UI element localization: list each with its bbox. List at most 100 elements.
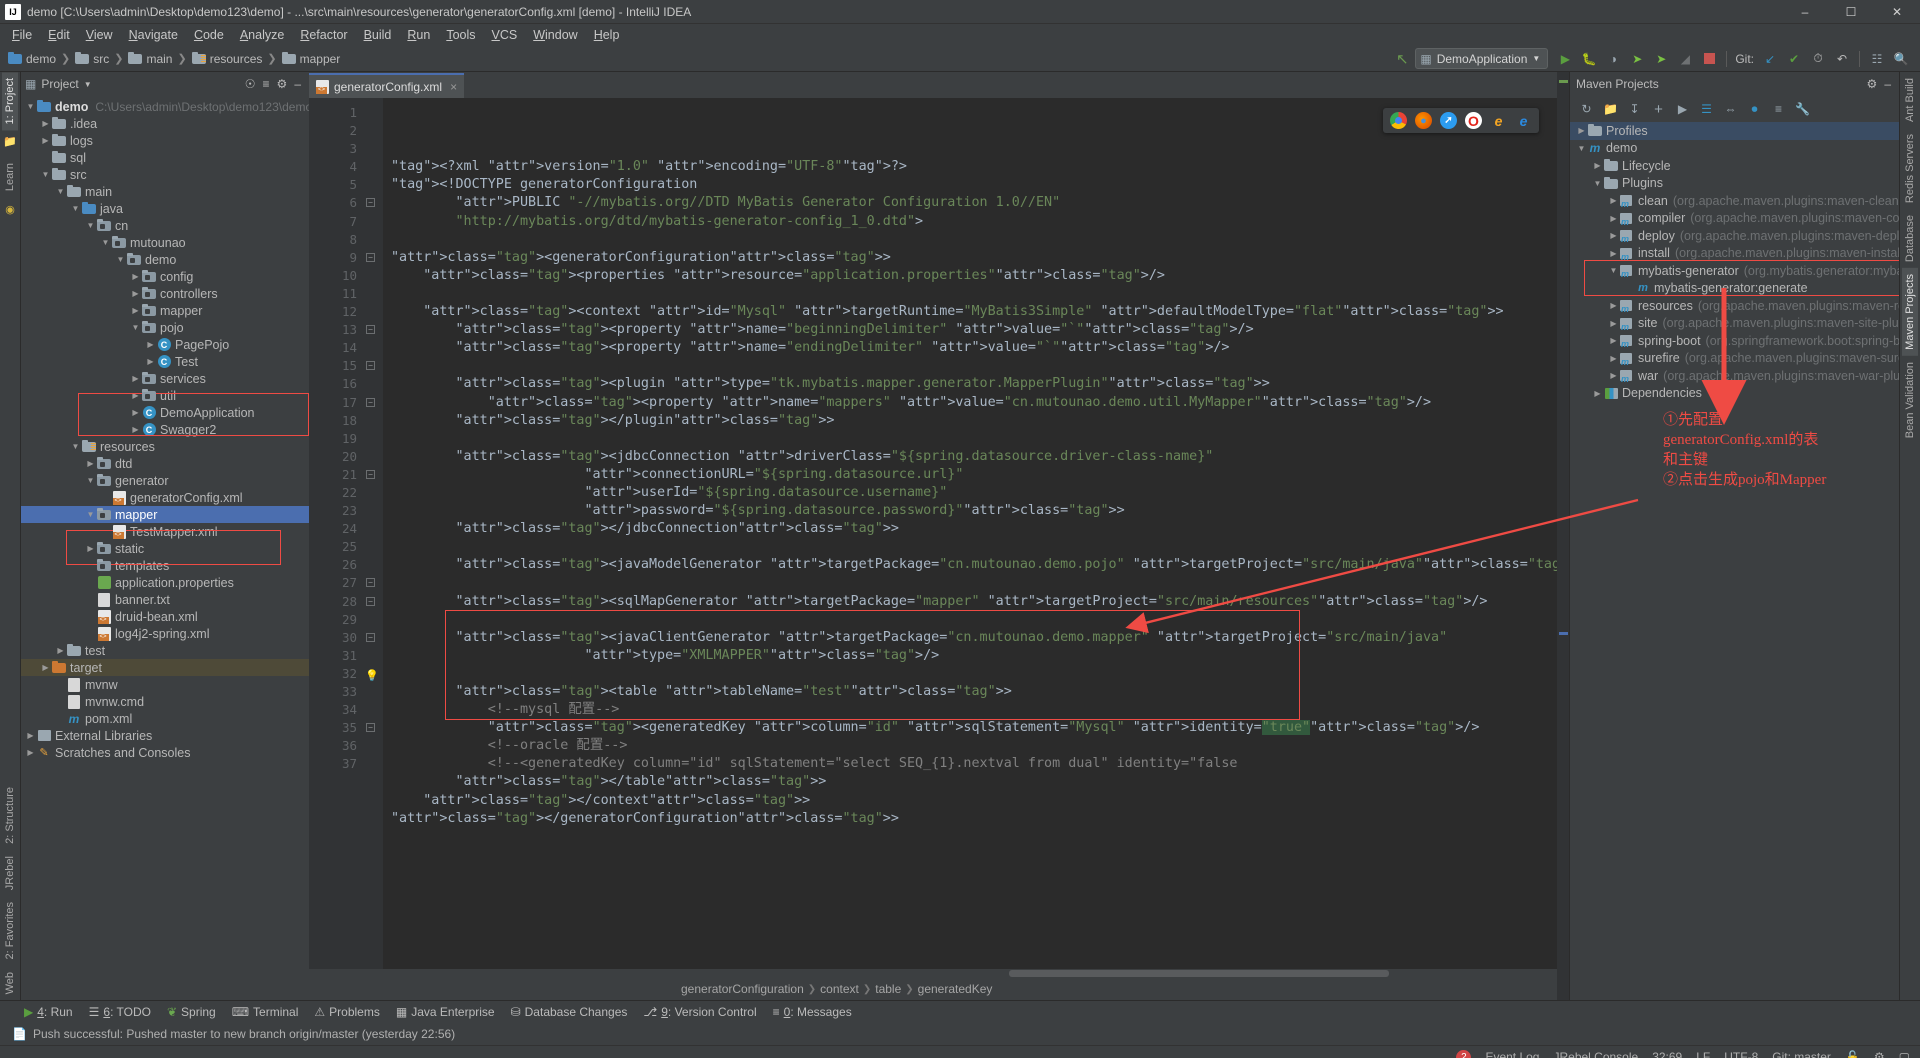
code-line[interactable]: "attr">class="tag"><javaModelGenerator "… <box>383 556 1558 574</box>
expand-arrow-icon[interactable]: ▶ <box>40 136 51 145</box>
run-with-coverage-button[interactable]: ◑ <box>1602 48 1624 69</box>
expand-arrow-icon[interactable]: ▶ <box>145 340 156 349</box>
event-log-button[interactable]: Event Log <box>1485 1050 1539 1058</box>
fold-toggle-icon[interactable]: − <box>366 632 375 642</box>
tool-window-run[interactable]: ▶ 4: Run <box>24 1005 73 1019</box>
code-line[interactable]: "attr">class="tag"></table"attr">class="… <box>383 773 1557 791</box>
code-line[interactable]: "attr">PUBLIC "-//mybatis.org//DTD MyBat… <box>383 194 1557 212</box>
tree-item-pojo[interactable]: ▼ pojo <box>21 319 309 336</box>
skip-tests-icon[interactable]: ⏺ <box>1744 99 1765 119</box>
maven-tree-item-deploy[interactable]: ▶ deploy (org.apache.maven.plugins:maven-d… <box>1570 227 1899 245</box>
search-icon[interactable]: 🔍 <box>1890 48 1912 69</box>
tree-item-mapper[interactable]: ▶ mapper <box>21 302 309 319</box>
line-number[interactable]: 8 <box>309 231 383 249</box>
jrebel-stripe-icon[interactable]: ◉ <box>5 203 15 216</box>
editor-horizontal-scrollbar[interactable] <box>309 969 1557 978</box>
maven-tree-item-demo[interactable]: ▼ m demo <box>1570 140 1899 158</box>
execute-goal-icon[interactable]: ☰ <box>1696 99 1717 119</box>
breadcrumb-item-resources[interactable]: resources <box>190 52 265 66</box>
line-number[interactable]: 22 <box>309 484 383 502</box>
code-line[interactable]: "attr">class="tag"><generatedKey "attr">… <box>383 719 1557 737</box>
code-line[interactable]: "attr">class="tag"><property "attr">name… <box>383 339 1557 357</box>
warning-marker[interactable] <box>1559 80 1568 83</box>
jrebel-debug-button[interactable]: ➤ <box>1650 48 1672 69</box>
code-line[interactable]: "http://mybatis.org/dtd/mybatis-generato… <box>383 213 1557 231</box>
fold-toggle-icon[interactable]: − <box>366 723 375 733</box>
safari-icon[interactable]: ➚ <box>1440 112 1457 129</box>
error-stripe[interactable] <box>1557 72 1569 1000</box>
line-number[interactable]: 11 <box>309 285 383 303</box>
line-number[interactable]: 20 <box>309 448 383 466</box>
tree-item-external-libraries[interactable]: ▶ External Libraries <box>21 727 309 744</box>
line-number[interactable]: 2 <box>309 122 383 140</box>
maven-tree-item-plugins[interactable]: ▼ Plugins <box>1570 175 1899 193</box>
background-tasks-icon[interactable]: ▢ <box>1899 1050 1910 1058</box>
tree-item-demoapplication[interactable]: ▶ C DemoApplication <box>21 404 309 421</box>
expand-arrow-icon[interactable]: ▶ <box>130 374 141 383</box>
sidebar-item-redis-servers[interactable]: Redis Servers <box>1902 128 1918 209</box>
maven-tree-item-resources[interactable]: ▶ resources (org.apache.maven.plugins:mave… <box>1570 297 1899 315</box>
vcs-history-icon[interactable]: ⏱ <box>1807 48 1829 69</box>
fold-toggle-icon[interactable]: − <box>366 252 375 262</box>
line-number[interactable]: 25 <box>309 538 383 556</box>
expand-arrow-icon[interactable]: ▶ <box>1608 301 1619 310</box>
tree-item-config[interactable]: ▶ config <box>21 268 309 285</box>
collapse-arrow-icon[interactable]: ▼ <box>1608 266 1619 275</box>
expand-arrow-icon[interactable]: ▶ <box>1592 161 1603 170</box>
expand-arrow-icon[interactable]: ▶ <box>1608 231 1619 240</box>
code-line[interactable]: "attr">class="tag"><generatorConfigurati… <box>383 249 1557 267</box>
tree-item-generatorconfig-xml[interactable]: generatorConfig.xml <box>21 489 309 506</box>
expand-arrow-icon[interactable]: ▶ <box>145 357 156 366</box>
expand-arrow-icon[interactable]: ▶ <box>130 306 141 315</box>
expand-arrow-icon[interactable]: ▶ <box>25 731 36 740</box>
expand-arrow-icon[interactable]: ▶ <box>130 289 141 298</box>
code-line[interactable]: "attr">class="tag"><properties "attr">re… <box>383 267 1557 285</box>
expand-arrow-icon[interactable]: ▶ <box>40 119 51 128</box>
tree-item-testmapper-xml[interactable]: TestMapper.xml <box>21 523 309 540</box>
sidebar-item-database[interactable]: Database <box>1902 209 1918 268</box>
editor-breadcrumb-context[interactable]: context <box>820 982 859 996</box>
line-number[interactable]: 15− <box>309 357 383 375</box>
expand-arrow-icon[interactable]: ▶ <box>1608 249 1619 258</box>
code-line[interactable]: "attr">class="tag"><property "attr">name… <box>383 321 1557 339</box>
vcs-update-icon[interactable]: ↙ <box>1759 48 1781 69</box>
collapse-arrow-icon[interactable]: ▼ <box>85 510 96 519</box>
maven-settings-icon[interactable]: 🔧 <box>1792 99 1813 119</box>
maven-tree-item-dependencies[interactable]: ▶ Dependencies <box>1570 385 1899 403</box>
scrollbar-thumb[interactable] <box>1009 970 1389 977</box>
code-line[interactable] <box>383 357 1557 375</box>
maven-tree-item-site[interactable]: ▶ site (org.apache.maven.plugins:maven-sit… <box>1570 315 1899 333</box>
internet-explorer-icon[interactable]: e <box>1490 112 1507 129</box>
maven-tree-item-mybatis-generator[interactable]: ▼ mybatis-generator (org.mybatis.generator… <box>1570 262 1899 280</box>
line-number[interactable]: 18 <box>309 412 383 430</box>
menu-item-run[interactable]: Run <box>399 26 438 44</box>
breadcrumb-item-src[interactable]: src <box>73 52 111 66</box>
menu-item-window[interactable]: Window <box>525 26 585 44</box>
jrebel-console-button[interactable]: JRebel Console <box>1553 1050 1638 1058</box>
tree-item-cn[interactable]: ▼ cn <box>21 217 309 234</box>
line-number[interactable]: 17− <box>309 394 383 412</box>
line-number-gutter[interactable]: 1 2 3 4 5 6−7 8 9−10 11 12 13−14 15−16 17−18 19 20 21−2… <box>309 98 383 969</box>
tree-item-sql[interactable]: sql <box>21 149 309 166</box>
inspections-icon[interactable]: ⚙ <box>1874 1050 1885 1058</box>
run-configuration-selector[interactable]: ▦ DemoApplication ▼ <box>1415 48 1549 69</box>
maven-tree-item-spring-boot[interactable]: ▶ spring-boot (org.springframework.boot:sp… <box>1570 332 1899 350</box>
add-maven-project-icon[interactable]: + <box>1648 99 1669 119</box>
fold-toggle-icon[interactable]: − <box>366 578 375 588</box>
code-line[interactable] <box>383 538 1557 556</box>
maven-tree-item-mybatis-generator-generate[interactable]: m mybatis-generator:generate <box>1570 280 1899 298</box>
tree-item-dtd[interactable]: ▶ dtd <box>21 455 309 472</box>
line-number[interactable]: 37 <box>309 755 383 773</box>
menu-item-build[interactable]: Build <box>356 26 400 44</box>
line-number[interactable]: 24 <box>309 520 383 538</box>
fold-toggle-icon[interactable]: − <box>366 198 375 208</box>
code-line[interactable]: "attr">type="XMLMAPPER""attr">class="tag… <box>383 647 1557 665</box>
tree-item-java[interactable]: ▼ java <box>21 200 309 217</box>
tool-window-spring[interactable]: ❦ Spring <box>167 1005 216 1019</box>
hide-panel-icon[interactable]: – <box>1884 77 1891 91</box>
tree-item-mvnw[interactable]: mvnw <box>21 676 309 693</box>
menu-item-file[interactable]: File <box>4 26 40 44</box>
maven-tree-item-install[interactable]: ▶ install (org.apache.maven.plugins:maven-… <box>1570 245 1899 263</box>
sidebar-item-learn[interactable]: Learn <box>2 157 18 197</box>
opera-icon[interactable]: O <box>1465 112 1482 129</box>
